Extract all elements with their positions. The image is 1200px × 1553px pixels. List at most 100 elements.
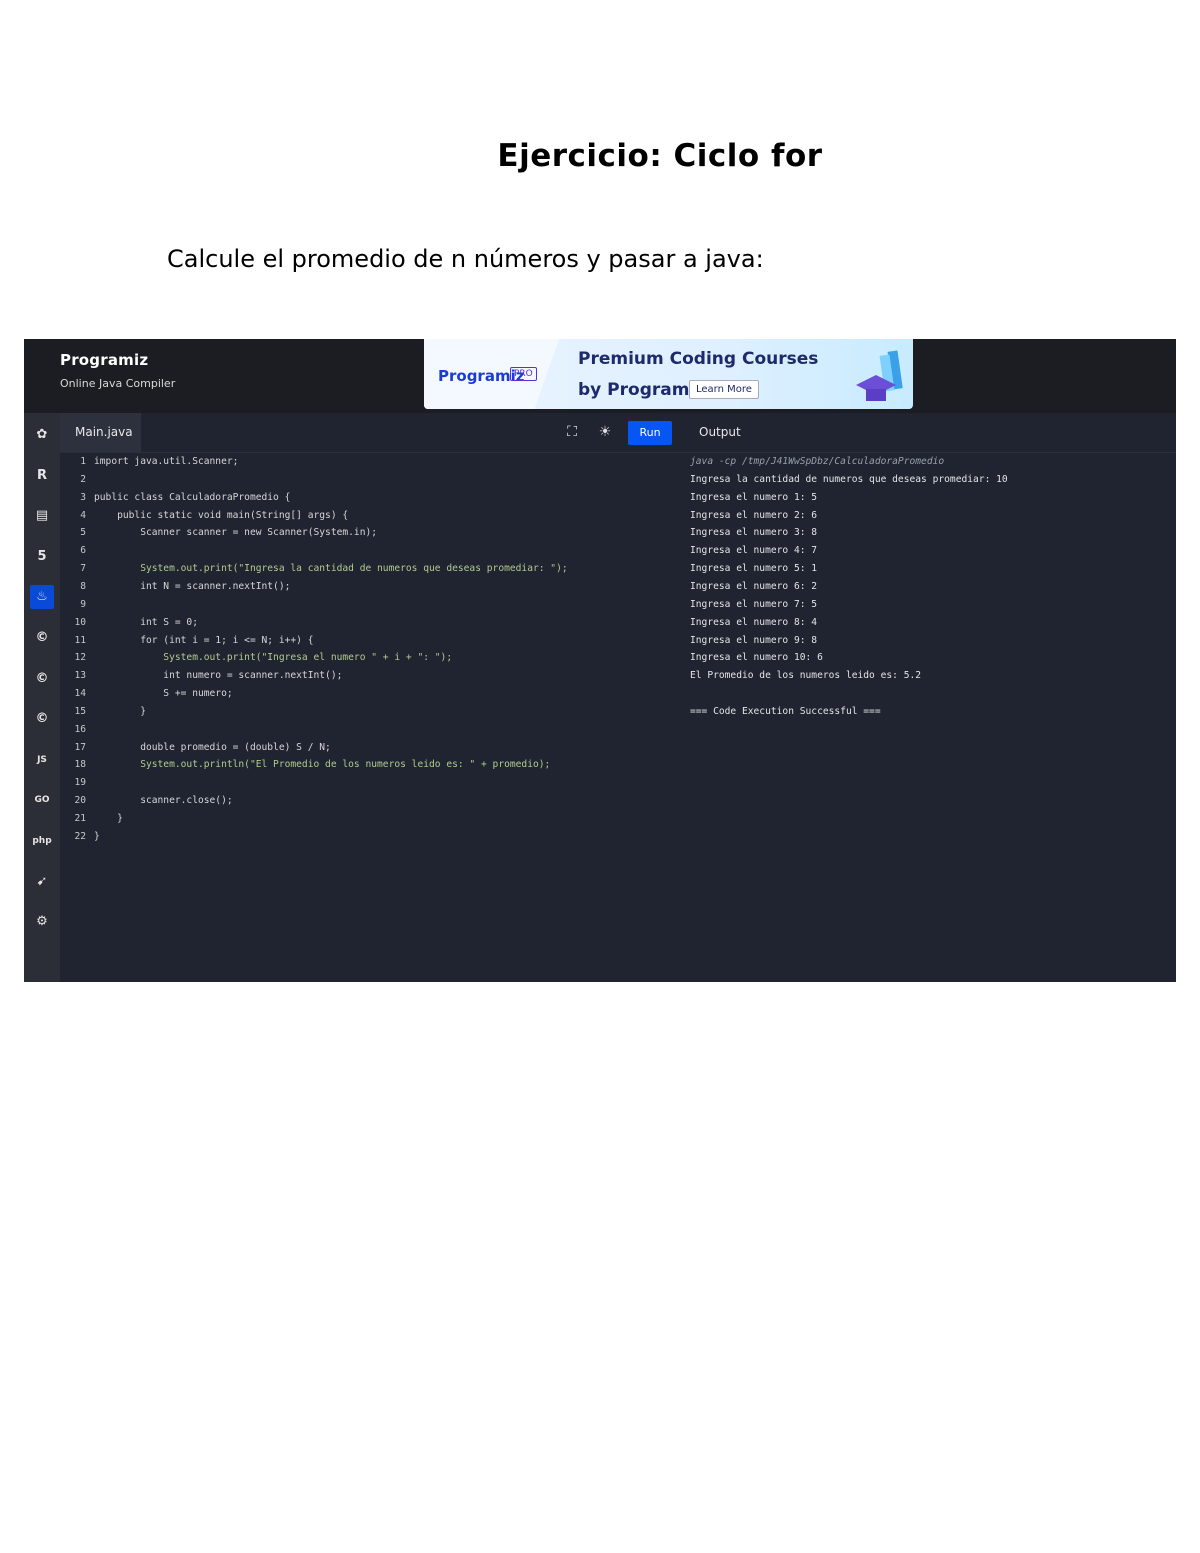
line-number: 14	[74, 688, 86, 700]
fullscreen-icon[interactable]: ⛶	[563, 423, 581, 441]
line-number: 5	[80, 527, 86, 539]
swift-icon[interactable]: ➹	[30, 870, 54, 894]
code-line: 4 public static void main(String[] args)…	[60, 507, 348, 525]
graduation-cap-icon	[856, 350, 903, 401]
code-text: double promedio = (double) S / N;	[94, 741, 331, 753]
output-line: === Code Execution Successful ===	[690, 705, 881, 717]
code-line: 18 System.out.println("El Promedio de lo…	[60, 756, 550, 774]
output-label: Output	[699, 425, 741, 439]
code-line: 19	[60, 774, 94, 792]
code-line: 10 int S = 0;	[60, 614, 198, 632]
output-line: Ingresa el numero 1: 5	[690, 491, 818, 503]
theme-icon[interactable]: ☀	[596, 423, 614, 441]
code-text: Scanner scanner = new Scanner(System.in)…	[94, 527, 378, 539]
output-console: java -cp /tmp/J41WwSpDbz/CalculadoraProm…	[690, 453, 1170, 981]
logo-subtitle: Online Java Compiler	[60, 377, 176, 390]
cpp-icon[interactable]: ©	[30, 667, 54, 691]
code-text: public static void main(String[] args) {	[94, 509, 349, 521]
logo[interactable]: Programiz Online Java Compiler	[60, 351, 175, 390]
code-line: 22}	[60, 828, 100, 846]
rust-icon[interactable]: ⚙	[30, 910, 54, 934]
line-number: 8	[80, 580, 86, 592]
code-line: 13 int numero = scanner.nextInt();	[60, 667, 342, 685]
code-editor[interactable]: 1 import java.util.Scanner; 2 3 public class…	[60, 453, 650, 981]
line-number: 19	[74, 777, 86, 789]
output-line: Ingresa el numero 4: 7	[690, 545, 818, 557]
output-line: Ingresa el numero 5: 1	[690, 563, 818, 575]
javascript-icon[interactable]: JS	[30, 748, 54, 772]
code-text: }	[94, 830, 100, 842]
output-line: Ingresa el numero 7: 5	[690, 598, 818, 610]
line-number: 2	[80, 473, 86, 485]
code-line: 9	[60, 596, 94, 614]
banner-headline: Premium Coding Courses	[578, 349, 819, 369]
line-number: 11	[74, 634, 86, 646]
code-line: 17 double promedio = (double) S / N;	[60, 739, 331, 757]
html-icon[interactable]: 5	[30, 545, 54, 569]
code-text: }	[94, 705, 146, 717]
code-line: 5 Scanner scanner = new Scanner(System.i…	[60, 524, 377, 542]
code-line: 2	[60, 471, 94, 489]
line-number: 22	[74, 830, 86, 842]
line-number: 20	[74, 795, 86, 807]
code-line: 8 int N = scanner.nextInt();	[60, 578, 290, 596]
output-line: Ingresa el numero 8: 4	[690, 616, 818, 628]
line-number: 15	[74, 705, 86, 717]
line-number: 13	[74, 670, 86, 682]
line-number: 3	[80, 491, 86, 503]
compiler-screenshot: Programiz Online Java Compiler Programiz…	[24, 339, 1176, 982]
csharp-icon[interactable]: ©	[30, 707, 54, 731]
line-number: 17	[74, 741, 86, 753]
logo-name: Programiz	[60, 351, 149, 369]
output-line: Ingresa el numero 9: 8	[690, 634, 818, 646]
r-icon[interactable]: R	[30, 464, 54, 488]
line-number: 1	[80, 456, 86, 467]
code-line: 15 }	[60, 703, 146, 721]
editor-header: Main.java ⛶ ☀ Run Output	[60, 413, 1176, 453]
line-number: 18	[74, 759, 86, 771]
java-icon[interactable]: ♨	[30, 585, 54, 610]
output-line: El Promedio de los numeros leido es: 5.2	[690, 670, 922, 682]
code-text: public class CalculadoraPromedio {	[94, 491, 291, 503]
sql-icon[interactable]: ▤	[30, 504, 54, 528]
code-text: }	[94, 813, 123, 824]
top-bar: Programiz Online Java Compiler Programiz…	[24, 339, 1176, 413]
tab-main-java[interactable]: Main.java	[60, 413, 141, 452]
code-text: import java.util.Scanner;	[94, 456, 239, 467]
document-subtitle: Calcule el promedio de n números y pasar…	[167, 245, 764, 273]
output-line: Ingresa el numero 3: 8	[690, 527, 818, 539]
code-line: 14 S += numero;	[60, 685, 233, 703]
output-line: Ingresa el numero 2: 6	[690, 509, 818, 521]
code-line: 7 System.out.print("Ingresa la cantidad …	[60, 560, 568, 578]
line-number: 10	[74, 616, 86, 628]
go-icon[interactable]: GO	[30, 788, 54, 812]
code-text: S += numero;	[94, 688, 233, 700]
banner-pro-badge: PRO	[510, 367, 537, 381]
php-icon[interactable]: php	[30, 829, 54, 853]
code-text: int numero = scanner.nextInt();	[94, 670, 343, 682]
promo-banner[interactable]: Programiz PRO Premium Coding Courses by …	[424, 339, 913, 409]
code-text: int N = scanner.nextInt();	[94, 580, 291, 592]
code-text: System.out.print("Ingresa la cantidad de…	[94, 563, 568, 575]
code-line: 20 scanner.close();	[60, 792, 233, 810]
code-line: 21 }	[60, 810, 123, 828]
code-line: 11 for (int i = 1; i <= N; i++) {	[60, 632, 313, 650]
line-number: 12	[74, 652, 86, 664]
output-line: Ingresa la cantidad de numeros que desea…	[690, 473, 1008, 485]
learn-more-button[interactable]: Learn More	[689, 380, 759, 399]
line-number: 4	[80, 509, 86, 521]
python-icon[interactable]: ✿	[30, 423, 54, 447]
code-line: 6	[60, 542, 94, 560]
output-line: java -cp /tmp/J41WwSpDbz/CalculadoraProm…	[690, 456, 945, 467]
code-line: 12 System.out.print("Ingresa el numero "…	[60, 649, 452, 667]
run-button[interactable]: Run	[628, 421, 672, 445]
code-text: scanner.close();	[94, 795, 233, 807]
c-icon[interactable]: ©	[30, 626, 54, 650]
language-sidebar: ✿ R ▤ 5 ♨ © © © JS GO php ➹ ⚙	[24, 413, 60, 982]
code-text: System.out.println("El Promedio de los n…	[94, 759, 551, 771]
line-number: 21	[74, 813, 86, 824]
document-title: Ejercicio: Ciclo for	[497, 138, 823, 174]
banner-byline: by Programiz	[578, 380, 706, 400]
line-number: 16	[74, 723, 86, 735]
code-line: 16	[60, 721, 94, 739]
